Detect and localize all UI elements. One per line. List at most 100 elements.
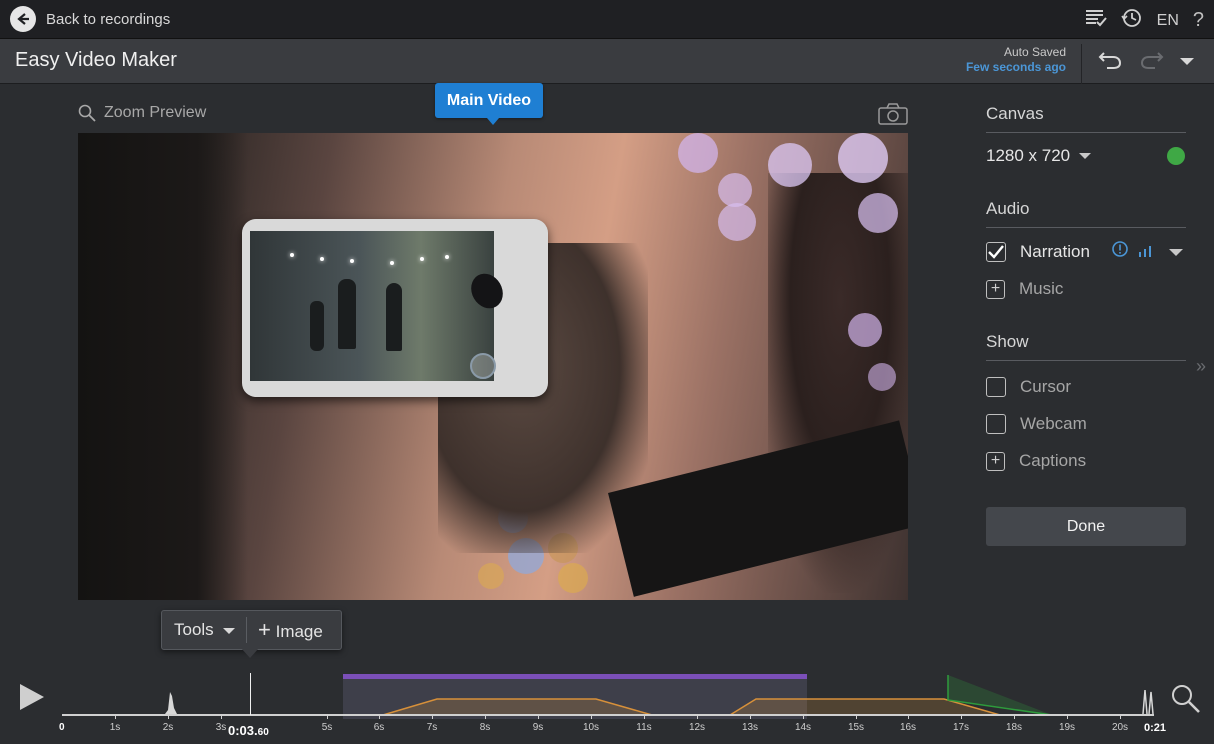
timeline-tick-label: 2s	[162, 722, 174, 733]
current-time-readout: 0:03.60	[228, 723, 269, 738]
current-time-fraction: 60	[257, 727, 269, 738]
back-to-recordings-button[interactable]: Back to recordings	[10, 6, 170, 32]
video-preview[interactable]	[78, 133, 908, 600]
narration-checkbox[interactable]	[986, 241, 1006, 262]
canvas-resolution: 1280 x 720	[986, 146, 1071, 165]
playhead[interactable]	[250, 673, 251, 715]
stage-light	[320, 257, 324, 261]
current-time-main: 0:03.	[228, 723, 258, 738]
image-label: Image	[275, 622, 323, 641]
narration-options-dropdown[interactable]	[1168, 242, 1184, 262]
timeline-tick	[644, 714, 645, 719]
canvas-resolution-dropdown[interactable]: 1280 x 720	[986, 146, 1092, 166]
stage-light	[390, 261, 394, 265]
bokeh-light	[478, 563, 504, 589]
timeline-tick-label: 11s	[636, 722, 652, 733]
webcam-checkbox[interactable]	[986, 414, 1006, 434]
timeline-tick-label: 15s	[847, 722, 865, 733]
checkmark-icon	[988, 244, 1004, 259]
timeline-tick-label: 14s	[794, 722, 812, 733]
tools-divider	[246, 617, 247, 643]
timeline-tick	[168, 714, 169, 719]
magnifier-icon	[78, 104, 96, 122]
main-video-tag[interactable]: Main Video	[435, 83, 543, 118]
timeline-zoom-icon[interactable]	[1170, 683, 1202, 720]
undo-icon[interactable]	[1098, 48, 1124, 77]
timeline-tick-label: 9s	[532, 722, 544, 733]
tools-toolbar: Tools + Image	[161, 610, 342, 650]
bokeh-light	[678, 133, 718, 173]
band-member	[310, 301, 324, 351]
done-button[interactable]: Done	[986, 507, 1186, 546]
timeline-tick-label: 5s	[321, 722, 333, 733]
timeline-tick	[1014, 714, 1015, 719]
stage-light	[420, 257, 424, 261]
timeline-tick-label: 8s	[479, 722, 491, 733]
plus-icon: +	[258, 617, 271, 642]
phone-screen	[250, 231, 494, 381]
tools-pointer	[241, 648, 259, 658]
timeline-axis[interactable]	[62, 714, 1154, 716]
timeline-tick	[1120, 714, 1121, 719]
timeline-tick	[379, 714, 380, 719]
zoom-preview-button[interactable]: Zoom Preview	[78, 104, 206, 122]
stage-light	[290, 253, 294, 257]
bokeh-light	[768, 143, 812, 187]
autosave-label: Auto Saved	[1003, 45, 1066, 59]
properties-panel: Canvas 1280 x 720 Audio Narration + Musi…	[986, 104, 1186, 471]
stage-light	[445, 255, 449, 259]
checklist-icon[interactable]	[1085, 8, 1107, 33]
bokeh-light	[848, 313, 882, 347]
timeline-tick-label: 18s	[1005, 722, 1023, 733]
timeline-tick-label: 16s	[899, 722, 917, 733]
volume-levels-icon[interactable]	[1138, 242, 1152, 262]
more-dropdown-icon[interactable]	[1178, 54, 1196, 72]
info-icon[interactable]	[1112, 241, 1128, 262]
bokeh-light	[718, 173, 752, 207]
timeline-tick	[591, 714, 592, 719]
autosave-status: Auto Saved Few seconds ago	[966, 45, 1066, 75]
top-bar: Back to recordings EN ?	[0, 0, 1214, 39]
timeline-tick-label: 12s	[688, 722, 706, 733]
music-label: Music	[1019, 279, 1064, 298]
timeline-tick	[961, 714, 962, 719]
captions-label: Captions	[1019, 451, 1087, 470]
expand-panel-icon[interactable]: »	[1196, 356, 1206, 377]
cursor-checkbox[interactable]	[986, 377, 1006, 397]
camera-icon[interactable]	[878, 103, 908, 130]
timeline-tick-label: 20s	[1111, 722, 1129, 733]
audio-section-title: Audio	[986, 199, 1186, 228]
language-selector[interactable]: EN	[1157, 12, 1179, 30]
history-icon[interactable]	[1120, 7, 1143, 34]
timeline-end-label: 0:21	[1144, 722, 1167, 734]
webcam-label: Webcam	[1020, 414, 1087, 433]
title-bar: Easy Video Maker Auto Saved Few seconds …	[0, 39, 1214, 84]
timeline-tick-label: 13s	[741, 722, 759, 733]
timeline-tick	[750, 714, 751, 719]
add-image-button[interactable]: + Image	[258, 611, 323, 649]
timeline-tick-label: 10s	[582, 722, 600, 733]
redo-icon[interactable]	[1138, 48, 1164, 77]
narration-label: Narration	[1020, 241, 1090, 261]
add-music-button[interactable]: + Music	[986, 279, 1186, 299]
bokeh-light	[858, 193, 898, 233]
bokeh-light	[558, 563, 588, 593]
audio-waveform-track	[165, 675, 1154, 716]
timeline-tick	[432, 714, 433, 719]
timeline-tick-label: 1s	[109, 722, 121, 733]
timeline-tick-label: 17s	[952, 722, 970, 733]
cursor-label: Cursor	[1020, 377, 1072, 396]
chevron-down-icon	[223, 628, 236, 634]
show-section-title: Show	[986, 332, 1186, 361]
bokeh-light	[718, 203, 756, 241]
band-member	[386, 283, 402, 351]
add-captions-button[interactable]: + Captions	[986, 451, 1186, 471]
chevron-down-icon	[1079, 153, 1092, 159]
stage-light	[350, 259, 354, 263]
tools-dropdown-button[interactable]: Tools	[174, 611, 236, 649]
tools-label: Tools	[174, 620, 214, 639]
back-label: Back to recordings	[46, 10, 171, 28]
canvas-status-dot	[1167, 147, 1185, 165]
timeline-tick	[697, 714, 698, 719]
help-icon[interactable]: ?	[1193, 9, 1204, 32]
